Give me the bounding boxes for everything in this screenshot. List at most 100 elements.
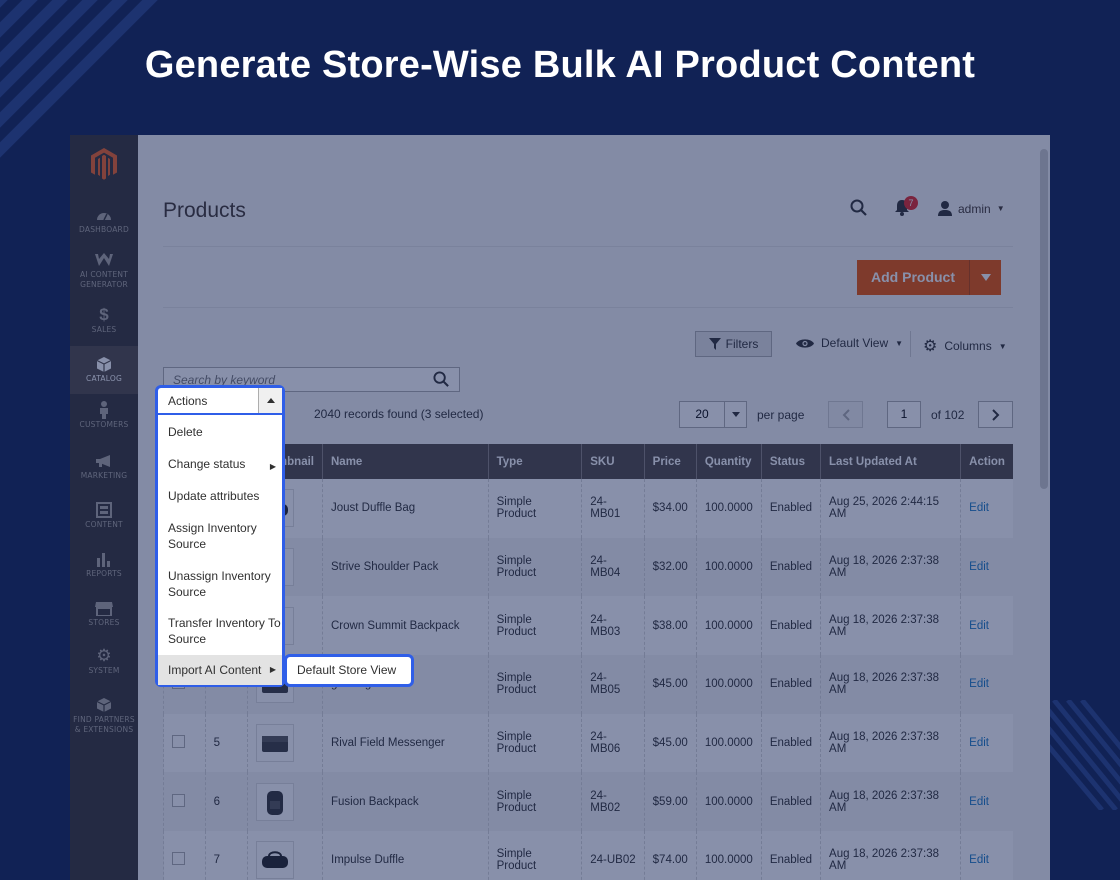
previous-page-button[interactable] [828, 401, 863, 428]
row-type: Simple Product [487, 655, 582, 714]
table-row[interactable]: 6 Fusion Backpack Simple Product 24-MB02 $59… [163, 772, 1013, 832]
row-price: $38.00 [643, 596, 697, 656]
sidebar-item-reports[interactable]: REPORTS [70, 549, 138, 585]
column-header-sku[interactable]: SKU [581, 444, 645, 479]
table-row[interactable]: Strive Shoulder Pack Simple Product 24-MB0… [163, 537, 1013, 597]
row-checkbox[interactable] [163, 831, 206, 880]
actions-label: Actions [168, 394, 208, 408]
global-search-button[interactable] [850, 199, 868, 222]
row-edit-link[interactable]: Edit [960, 655, 1013, 714]
menu-item-assign-inventory-source[interactable]: Assign Inventory Source [158, 520, 282, 556]
default-view-dropdown[interactable]: Default View ▼ [796, 336, 903, 350]
chevron-down-icon: ▼ [895, 338, 904, 348]
row-price: $59.00 [643, 772, 697, 832]
menu-item-label: Transfer Inventory To Source [168, 616, 281, 646]
column-header-name[interactable]: Name [322, 444, 489, 479]
filters-button[interactable]: Filters [695, 331, 772, 357]
submenu-default-store-view[interactable]: Default Store View [284, 654, 414, 687]
sidebar-item-stores[interactable]: STORES [70, 598, 138, 634]
product-thumbnail-image [255, 724, 294, 763]
sidebar-item-catalog[interactable]: CATALOG [70, 346, 138, 394]
column-header-quantity[interactable]: Quantity [695, 444, 762, 479]
menu-item-update-attributes[interactable]: Update attributes [158, 488, 282, 510]
table-row[interactable]: 7 Impulse Duffle Simple Product 24-UB02 $74.… [163, 831, 1013, 880]
sidebar-item-dashboard[interactable]: DASHBOARD [70, 205, 138, 241]
sidebar-item-marketing[interactable]: MARKETING [70, 451, 138, 487]
row-price: $45.00 [643, 713, 697, 773]
table-row[interactable]: Joust Duffle Bag Simple Product 24-MB01 $34… [163, 479, 1013, 538]
filters-label: Filters [725, 337, 759, 351]
menu-item-change-status[interactable]: Change status ▶ [158, 456, 282, 478]
row-checkbox[interactable] [163, 772, 206, 832]
columns-dropdown[interactable]: ⚙ Columns ▼ [923, 336, 1007, 356]
page-count: of 102 [931, 408, 965, 422]
column-header-updated[interactable]: Last Updated At [820, 444, 961, 479]
row-sku: 24-MB06 [581, 713, 645, 773]
menu-item-import-ai-content[interactable]: Import AI Content ▶ [158, 655, 282, 685]
row-status: Enabled [760, 713, 821, 773]
row-type: Simple Product [487, 713, 582, 773]
row-status: Enabled [760, 772, 821, 832]
sidebar-item-content[interactable]: CONTENT [70, 500, 138, 536]
page-number-input[interactable]: 1 [887, 401, 921, 428]
row-edit-link[interactable]: Edit [960, 831, 1013, 880]
row-checkbox[interactable] [163, 713, 206, 773]
row-edit-link[interactable]: Edit [960, 596, 1013, 656]
column-header-status[interactable]: Status [760, 444, 821, 479]
dollar-icon: $ [99, 305, 109, 324]
actions-dropdown: Actions Delete Change status ▶ Update att… [155, 385, 285, 687]
actions-dropdown-toggle[interactable]: Actions [158, 388, 282, 415]
row-checkbox[interactable] [172, 735, 185, 749]
content-icon [96, 502, 112, 518]
table-row[interactable]: Crown Summit Backpack Simple Product 24-MB… [163, 596, 1013, 656]
table-row[interactable]: 5 Rival Field Messenger Simple Product 24-M… [163, 713, 1013, 773]
page-actions-bar: Add Product [163, 246, 1013, 308]
row-edit-link[interactable]: Edit [960, 772, 1013, 832]
caret-down-icon [731, 412, 740, 417]
row-edit-link[interactable]: Edit [960, 479, 1013, 538]
per-page-value: 20 [695, 407, 709, 421]
column-header-price[interactable]: Price [643, 444, 697, 479]
row-status: Enabled [760, 831, 821, 880]
admin-sidebar: DASHBOARD AI CONTENT GENERATOR $ SALES C… [70, 135, 138, 880]
add-product-button[interactable]: Add Product [857, 260, 1001, 295]
columns-label: Columns [944, 339, 992, 353]
magento-logo-icon [91, 148, 117, 180]
menu-item-transfer-inventory[interactable]: Transfer Inventory To Source [158, 615, 282, 651]
row-type: Simple Product [487, 596, 582, 656]
row-id: 7 [204, 831, 248, 880]
sidebar-item-find-partners[interactable]: FIND PARTNERS & EXTENSIONS [70, 695, 138, 743]
row-type: Simple Product [487, 772, 582, 832]
row-checkbox[interactable] [172, 793, 185, 807]
next-page-button[interactable] [978, 401, 1013, 428]
menu-item-unassign-inventory-source[interactable]: Unassign Inventory Source [158, 568, 282, 604]
row-checkbox[interactable] [172, 852, 185, 866]
notifications-button[interactable]: 7 [894, 196, 918, 221]
menu-item-delete[interactable]: Delete [158, 424, 282, 446]
user-menu[interactable]: admin ▼ [938, 201, 1005, 216]
row-price: $34.00 [643, 479, 697, 538]
default-view-label: Default View [821, 336, 889, 350]
sidebar-item-sales[interactable]: $ SALES [70, 305, 138, 341]
row-edit-link[interactable]: Edit [960, 713, 1013, 773]
add-product-dropdown-toggle[interactable] [970, 260, 1001, 295]
row-edit-link[interactable]: Edit [960, 537, 1013, 597]
search-icon[interactable] [433, 371, 450, 388]
menu-item-label: Delete [168, 425, 203, 439]
gear-icon: ⚙ [96, 646, 112, 665]
row-type: Simple Product [487, 537, 582, 597]
chevron-down-icon: ▼ [998, 341, 1007, 351]
row-name: Rival Field Messenger [322, 713, 489, 773]
sidebar-item-system[interactable]: ⚙ SYSTEM [70, 646, 138, 682]
column-header-type[interactable]: Type [487, 444, 582, 479]
per-page-select[interactable]: 20 [679, 401, 747, 428]
sidebar-item-customers[interactable]: CUSTOMERS [70, 400, 138, 436]
sidebar-item-ai-content-generator[interactable]: AI CONTENT GENERATOR [70, 250, 138, 294]
window-scrollbar[interactable] [1040, 149, 1048, 489]
chevron-down-icon: ▼ [996, 204, 1005, 213]
row-status: Enabled [760, 537, 821, 597]
page-title: Products [163, 199, 246, 222]
row-sku: 24-MB03 [581, 596, 645, 656]
menu-item-label: Change status [168, 457, 246, 471]
row-sku: 24-MB05 [581, 655, 645, 714]
